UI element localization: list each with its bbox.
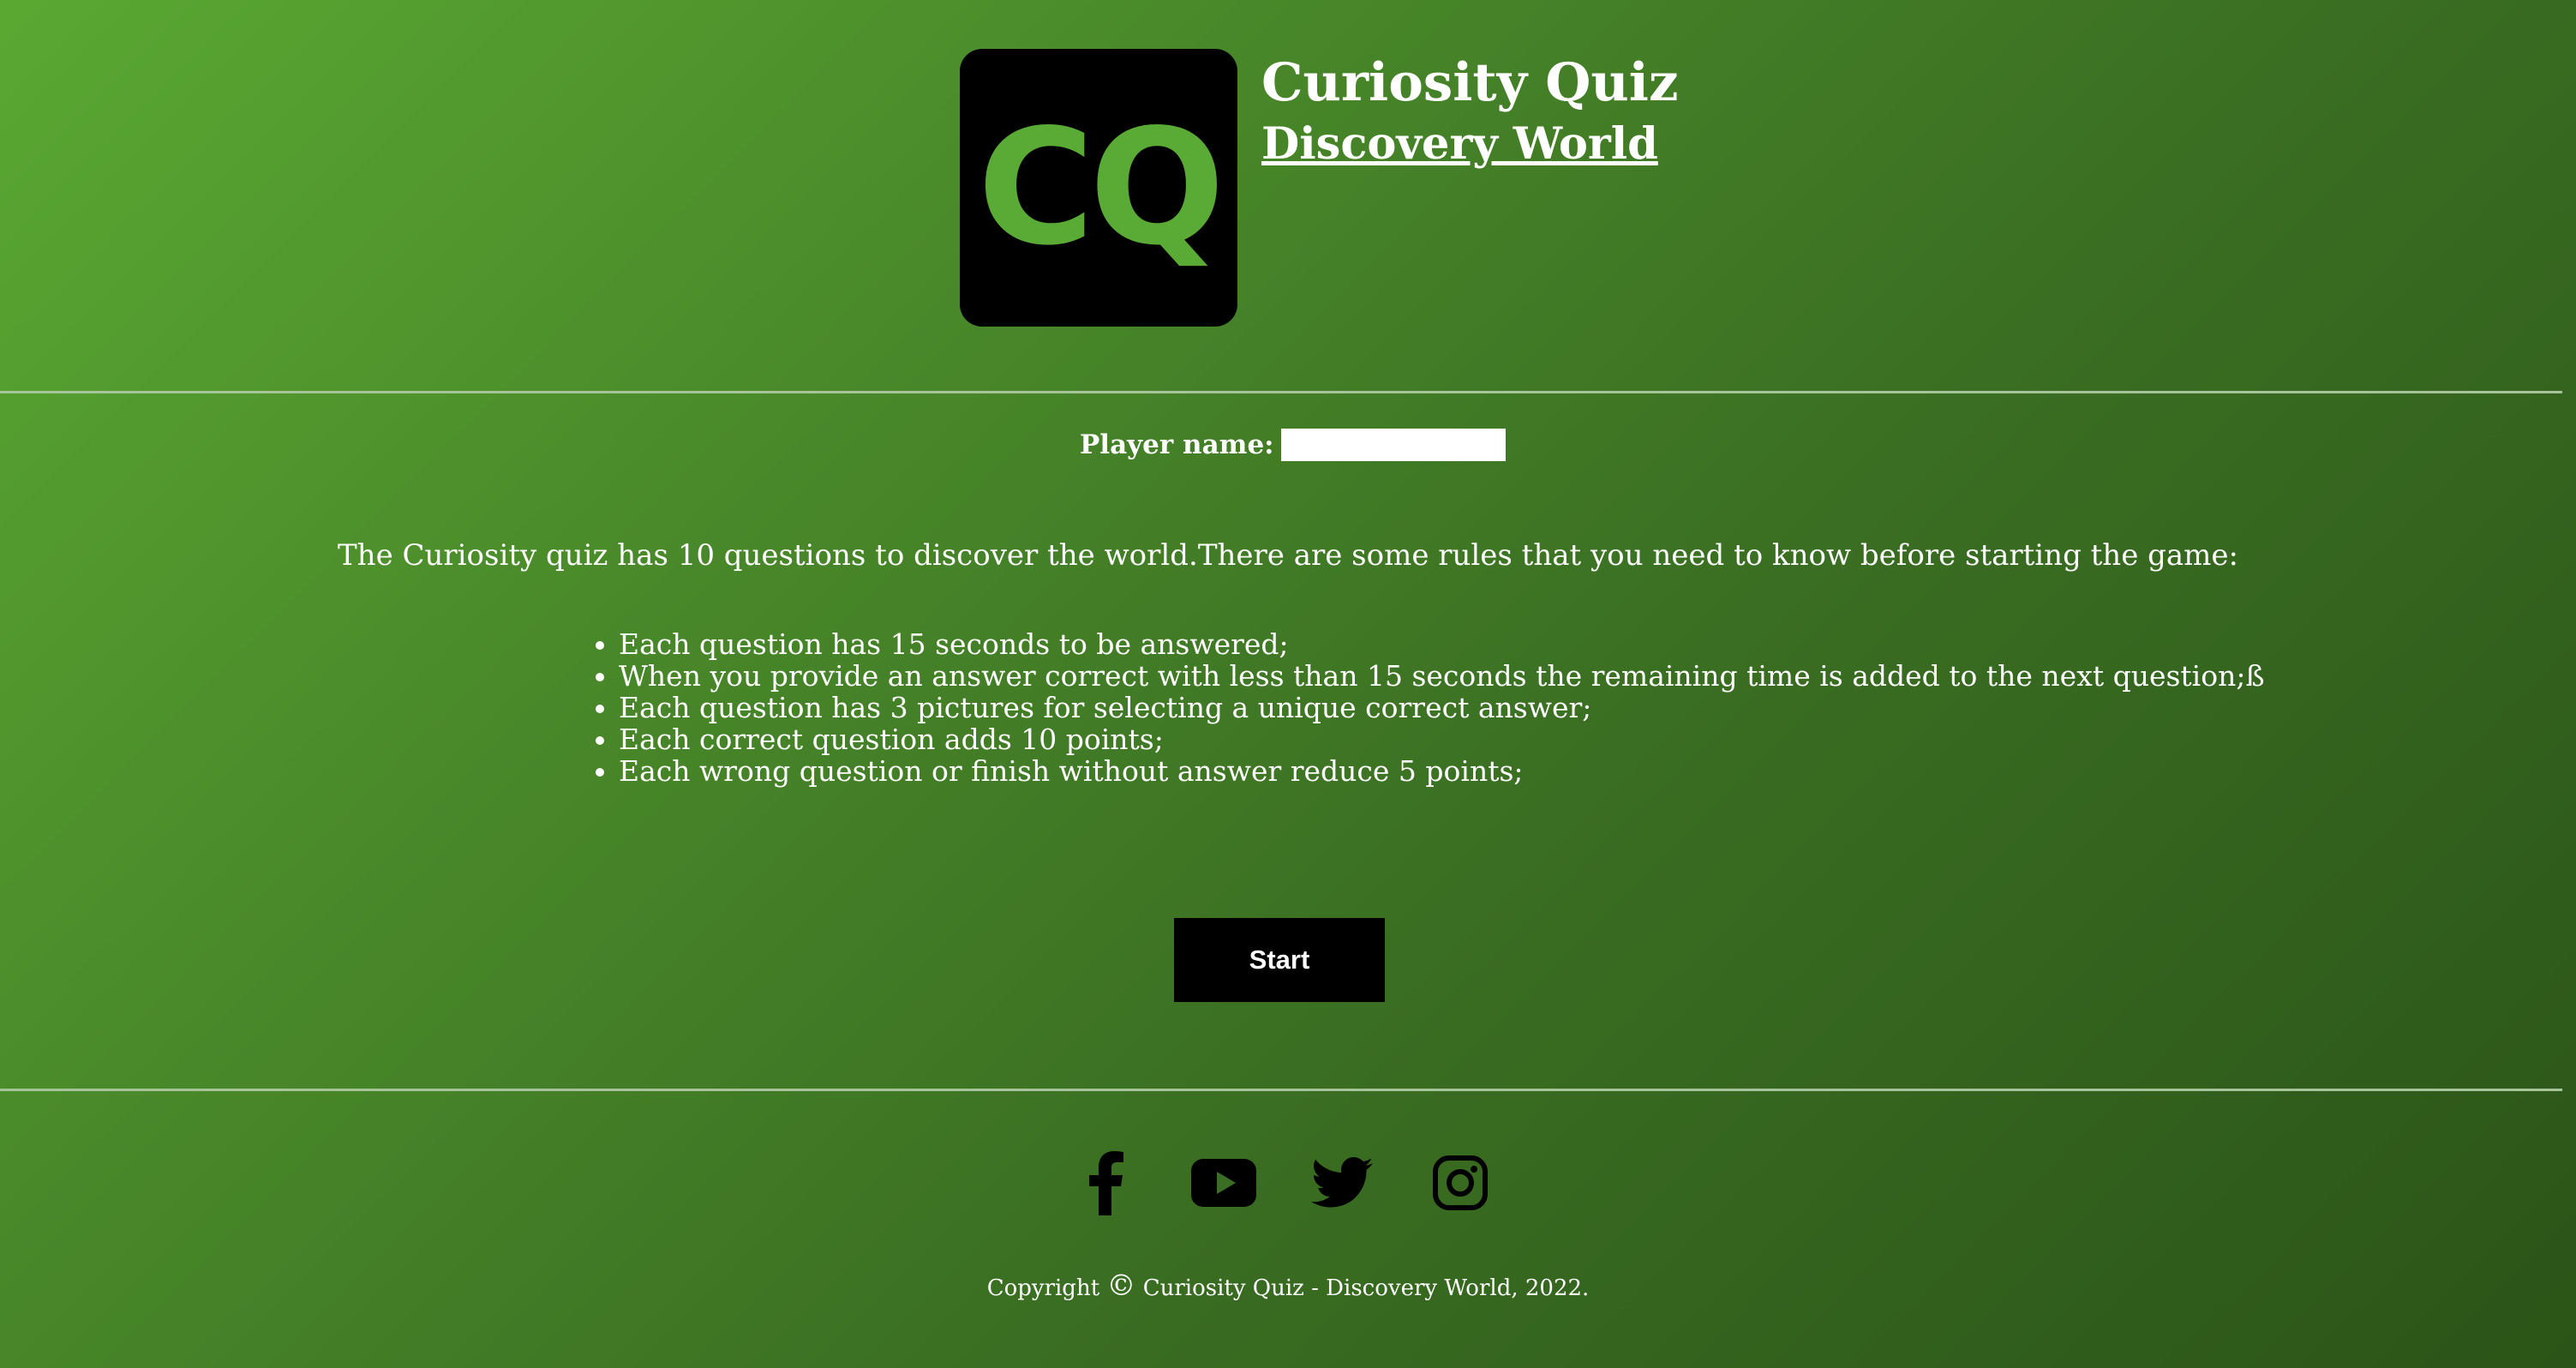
copyright-prefix: Copyright xyxy=(986,1275,1100,1301)
rule-item: Each question has 15 seconds to be answe… xyxy=(619,628,2265,660)
intro-text: The Curiosity quiz has 10 questions to d… xyxy=(338,538,2238,573)
twitter-icon[interactable] xyxy=(1308,1149,1376,1217)
cq-logo: CQ xyxy=(960,49,1237,327)
rules-list: Each question has 15 seconds to be answe… xyxy=(583,628,2265,787)
copyright-notice: Copyright © Curiosity Quiz - Discovery W… xyxy=(0,1269,2576,1303)
header-titles: Curiosity Quiz Discovery World xyxy=(1261,54,1679,170)
copyright-text: Curiosity Quiz - Discovery World, 2022. xyxy=(1142,1275,1590,1301)
youtube-icon[interactable] xyxy=(1189,1149,1258,1217)
facebook-icon[interactable] xyxy=(1071,1149,1140,1217)
site-header: CQ Curiosity Quiz Discovery World xyxy=(960,49,1679,327)
instagram-icon[interactable] xyxy=(1426,1149,1495,1217)
social-links xyxy=(1071,1149,1495,1217)
copyright-symbol: © xyxy=(1106,1269,1136,1303)
rule-item: When you provide an answer correct with … xyxy=(619,660,2265,692)
subtitle-link[interactable]: Discovery World xyxy=(1261,118,1658,170)
start-button[interactable]: Start xyxy=(1174,918,1385,1002)
player-name-input[interactable] xyxy=(1280,429,1506,461)
player-name-label: Player name: xyxy=(1080,429,1274,460)
bottom-divider xyxy=(0,1089,2562,1091)
top-divider xyxy=(0,391,2562,393)
logo-text: CQ xyxy=(977,94,1225,280)
rule-item: Each question has 3 pictures for selecti… xyxy=(619,692,2265,723)
rule-item: Each wrong question or finish without an… xyxy=(619,755,2265,787)
player-name-row: Player name: xyxy=(1080,429,1506,461)
page-title: Curiosity Quiz xyxy=(1261,52,1679,113)
rule-item: Each correct question adds 10 points; xyxy=(619,723,2265,755)
